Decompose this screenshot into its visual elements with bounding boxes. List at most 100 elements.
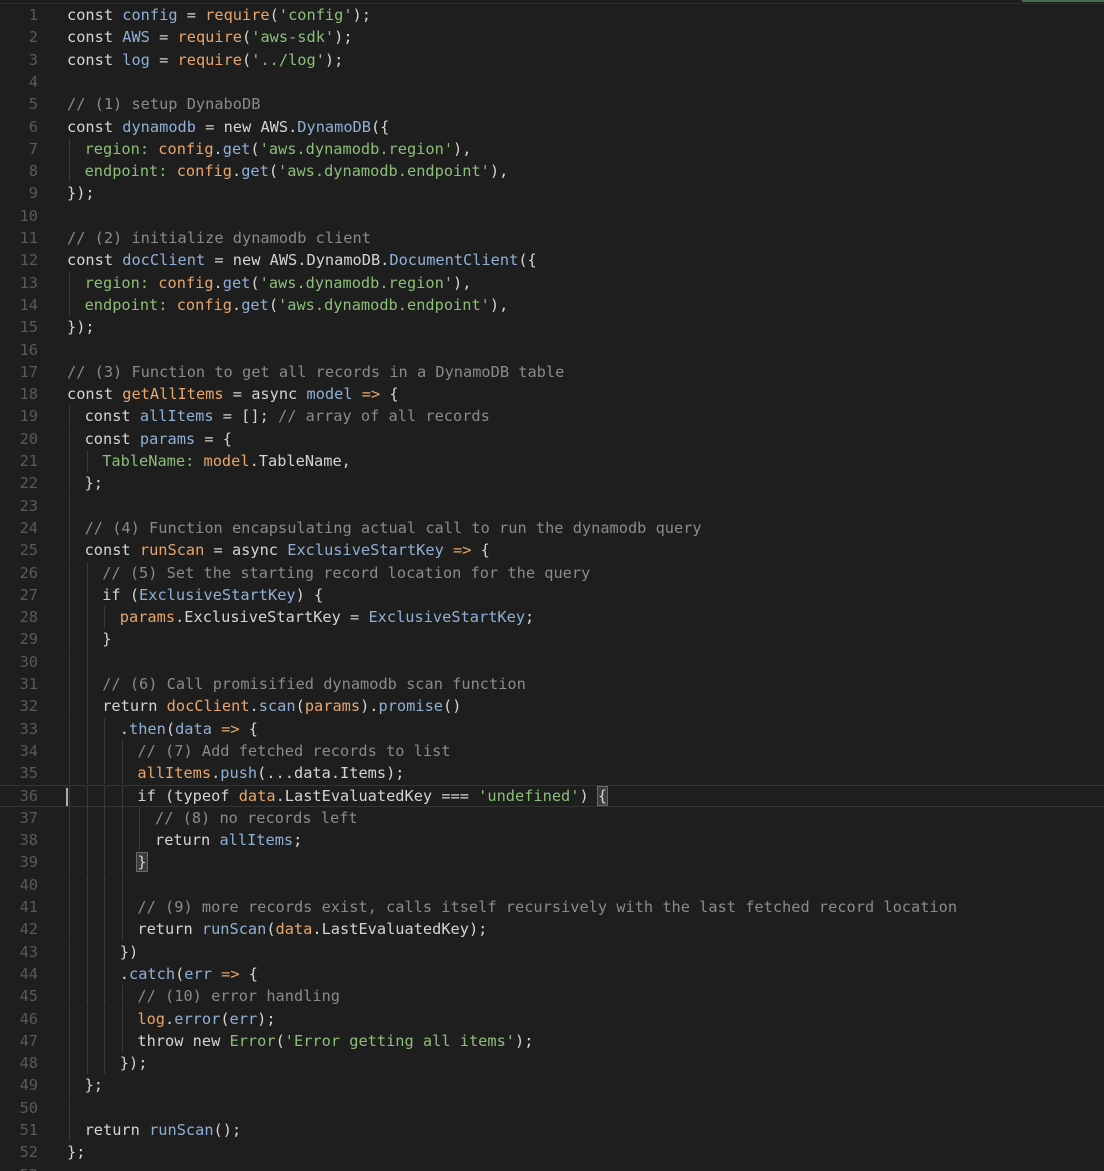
code-line[interactable]: 46 log.error(err); (0, 1007, 1104, 1030)
code-line[interactable]: 51 return runScan(); (0, 1119, 1104, 1141)
code-line[interactable]: 24 // (4) Function encapsulating actual c… (0, 516, 1104, 539)
code-text[interactable]: // (3) Function to get all records in a … (67, 361, 564, 383)
code-line[interactable]: 9}); (0, 182, 1104, 204)
code-text[interactable]: // (4) Function encapsulating actual cal… (85, 517, 702, 539)
code-token: config (176, 295, 232, 314)
code-line[interactable]: 3 const log = require('../log'); (0, 49, 1104, 71)
code-line[interactable]: 10 (0, 205, 1104, 227)
code-text[interactable]: }; (85, 472, 103, 494)
code-text[interactable]: // (2) initialize dynamodb client (67, 227, 371, 249)
code-line[interactable]: 35 allItems.push(...data.Items); (0, 762, 1104, 785)
code-text[interactable]: const docClient = new AWS.DynamoDB.Docum… (67, 249, 537, 271)
code-text[interactable]: endpoint: config.get('aws.dynamodb.endpo… (85, 160, 509, 182)
code-text[interactable]: if (ExclusiveStartKey) { (102, 584, 323, 606)
code-text[interactable]: .catch(err => { (120, 963, 258, 985)
code-line[interactable]: 36 if (typeof data.LastEvaluatedKey === '… (0, 784, 1104, 808)
code-text[interactable]: const dynamodb = new AWS.DynamoDB({ (67, 116, 389, 138)
code-text[interactable]: const config = require('config'); (67, 4, 371, 26)
code-line[interactable]: 11 // (2) initialize dynamodb client (0, 227, 1104, 249)
code-text[interactable]: const runScan = async ExclusiveStartKey … (85, 539, 490, 561)
code-line[interactable]: 33 .then(data => { (0, 717, 1104, 740)
code-line[interactable]: 18 const getAllItems = async model => { (0, 383, 1104, 405)
code-text[interactable]: }); (67, 316, 95, 338)
code-text[interactable]: if (typeof data.LastEvaluatedKey === 'un… (137, 785, 609, 806)
code-text[interactable]: } (136, 851, 148, 873)
code-text[interactable]: .then(data => { (120, 718, 258, 740)
code-line[interactable]: 40 (0, 873, 1104, 896)
code-line[interactable]: 48}); (0, 1052, 1104, 1075)
code-text[interactable]: }) (120, 941, 138, 963)
code-line[interactable]: 38 return allItems; (0, 829, 1104, 852)
code-text[interactable]: throw new Error('Error getting all items… (137, 1030, 533, 1052)
code-line[interactable]: 52}; (0, 1141, 1104, 1163)
code-line[interactable]: 16 (0, 339, 1104, 361)
code-line[interactable]: 22}; (0, 472, 1104, 495)
code-line[interactable]: 25 const runScan = async ExclusiveStartKe… (0, 539, 1104, 562)
code-text[interactable]: allItems.push(...data.Items); (137, 762, 404, 784)
code-text[interactable]: return runScan(data.LastEvaluatedKey); (137, 918, 487, 940)
code-line[interactable]: 6 const dynamodb = new AWS.DynamoDB({ (0, 116, 1104, 138)
code-line[interactable]: 14 endpoint: config.get('aws.dynamodb.end… (0, 293, 1104, 316)
code-text[interactable]: }; (85, 1074, 103, 1096)
code-text[interactable]: // (5) Set the starting record location … (102, 562, 590, 584)
code-line[interactable]: 44 .catch(err => { (0, 962, 1104, 985)
code-text[interactable]: const allItems = []; // array of all rec… (85, 405, 490, 427)
code-text[interactable]: const log = require('../log'); (67, 49, 343, 71)
code-line[interactable]: 28 params.ExclusiveStartKey = ExclusiveSt… (0, 606, 1104, 629)
code-text[interactable]: const AWS = require('aws-sdk'); (67, 26, 353, 48)
code-text[interactable]: // (7) Add fetched records to list (137, 740, 450, 762)
code-line[interactable]: 42 return runScan(data.LastEvaluatedKey); (0, 918, 1104, 941)
code-text[interactable]: endpoint: config.get('aws.dynamodb.endpo… (85, 294, 509, 316)
code-text[interactable]: const getAllItems = async model => { (67, 383, 399, 405)
code-line[interactable]: 47 throw new Error('Error getting all ite… (0, 1029, 1104, 1052)
code-line[interactable]: 27 if (ExclusiveStartKey) { (0, 583, 1104, 606)
code-text[interactable]: TableName: model.TableName, (102, 450, 351, 472)
code-text[interactable]: region: config.get('aws.dynamodb.region'… (85, 138, 472, 160)
code-line[interactable]: 43}) (0, 940, 1104, 963)
code-line[interactable]: 5 // (1) setup DynaboDB (0, 93, 1104, 115)
code-text[interactable]: }); (120, 1052, 148, 1074)
code-line[interactable]: 4 (0, 71, 1104, 93)
code-line[interactable]: 32 return docClient.scan(params).promise(… (0, 695, 1104, 718)
code-line[interactable]: 50 (0, 1096, 1104, 1119)
code-text[interactable]: return allItems; (155, 829, 302, 851)
code-line[interactable]: 26 // (5) Set the starting record locatio… (0, 561, 1104, 584)
code-line[interactable]: 39} (0, 851, 1104, 874)
code-line[interactable]: 8 endpoint: config.get('aws.dynamodb.endp… (0, 160, 1104, 183)
code-line[interactable]: 45 // (10) error handling (0, 985, 1104, 1008)
code-text[interactable]: params.ExclusiveStartKey = ExclusiveStar… (120, 606, 534, 628)
code-text[interactable]: return runScan(); (85, 1119, 242, 1141)
code-line[interactable]: 19 const allItems = []; // array of all r… (0, 405, 1104, 428)
code-line[interactable]: 2 const AWS = require('aws-sdk'); (0, 26, 1104, 48)
code-line[interactable]: 31 // (6) Call promisified dynamodb scan … (0, 673, 1104, 695)
code-editor[interactable]: 1 const config = require('config'); 2 const… (0, 0, 1104, 1171)
code-text[interactable]: }); (67, 182, 95, 204)
code-line[interactable]: 29} (0, 628, 1104, 651)
code-line[interactable]: 23 (0, 494, 1104, 517)
code-line[interactable]: 34 // (7) Add fetched records to list (0, 739, 1104, 762)
code-line[interactable]: 41 // (9) more records exist, calls itsel… (0, 896, 1104, 918)
code-text[interactable]: // (8) no records left (155, 807, 358, 829)
code-line[interactable]: 17 // (3) Function to get all records in … (0, 361, 1104, 383)
code-line[interactable]: 53 (0, 1164, 1104, 1171)
code-text[interactable]: log.error(err); (137, 1008, 275, 1030)
code-text[interactable]: // (1) setup DynaboDB (67, 93, 260, 115)
code-line[interactable]: 15}); (0, 316, 1104, 338)
code-line[interactable]: 12 const docClient = new AWS.DynamoDB.Doc… (0, 249, 1104, 271)
code-line[interactable]: 20 const params = { (0, 427, 1104, 450)
code-text[interactable]: region: config.get('aws.dynamodb.region'… (85, 272, 472, 294)
code-text[interactable]: // (9) more records exist, calls itself … (137, 896, 957, 918)
code-line[interactable]: 30 (0, 650, 1104, 673)
code-line[interactable]: 13 region: config.get('aws.dynamodb.regio… (0, 271, 1104, 294)
code-text[interactable]: } (102, 628, 111, 650)
code-line[interactable]: 49}; (0, 1074, 1104, 1097)
code-line[interactable]: 1 const config = require('config'); (0, 4, 1104, 26)
code-text[interactable]: const params = { (85, 428, 232, 450)
code-text[interactable]: // (6) Call promisified dynamodb scan fu… (102, 673, 526, 695)
code-text[interactable]: // (10) error handling (137, 985, 340, 1007)
code-text[interactable]: return docClient.scan(params).promise() (102, 695, 461, 717)
code-line[interactable]: 37 // (8) no records left (0, 806, 1104, 829)
code-line[interactable]: 21 TableName: model.TableName, (0, 450, 1104, 472)
code-line[interactable]: 7 region: config.get('aws.dynamodb.region… (0, 137, 1104, 160)
code-text[interactable]: }; (67, 1141, 85, 1163)
